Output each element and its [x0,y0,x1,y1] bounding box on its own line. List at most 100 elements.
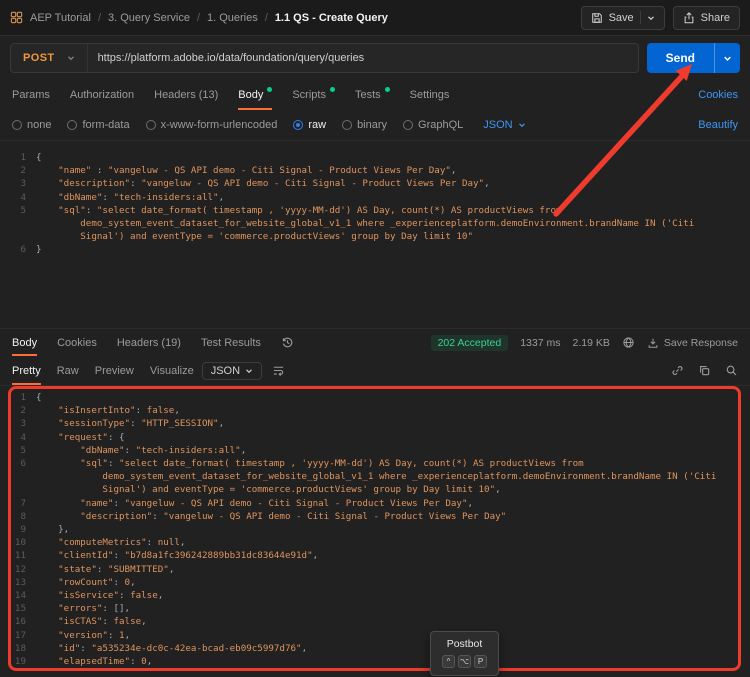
cookies-link[interactable]: Cookies [698,89,738,101]
chevron-down-icon [518,123,525,128]
body-type-none[interactable]: none [12,119,51,131]
code-line: 5 "sql": "select date_format( timestamp … [0,204,750,217]
line-number: 8 [20,510,26,522]
search-icon[interactable] [725,364,738,377]
body-type-graphql[interactable]: GraphQL [403,119,463,131]
radio-icon [293,120,304,130]
line-number: 5 [20,444,26,456]
save-response-button[interactable]: Save Response [647,337,738,349]
response-tab-test-results[interactable]: Test Results [201,329,261,356]
method-selector[interactable]: POST [11,44,88,72]
body-language-selector[interactable]: JSON [483,119,525,131]
save-button[interactable]: Save [580,5,665,30]
request-tabs: Params Authorization Headers (13) Body Script… [12,80,449,110]
download-icon [647,337,659,349]
tab-label: Tests [354,89,381,101]
line-number: 12 [14,563,26,575]
send-button[interactable]: Send [646,43,714,73]
body-type-options: none form-data x-www-form-urlencoded raw bin… [12,119,463,131]
line-number: 6 [20,458,26,470]
tab-label: Pretty [12,364,41,377]
tab-label: Body [12,336,38,349]
response-view-tab-raw[interactable]: Raw [57,356,79,385]
breadcrumb-item-3-query-service[interactable]: 3. Query Service [108,12,190,24]
request-tab-body[interactable]: Body [238,80,273,110]
wrap-text-icon[interactable] [272,364,285,377]
tab-label: Headers [154,89,196,101]
code-line: 14 "isService": false, [0,589,750,602]
share-button[interactable]: Share [672,5,740,30]
code-line: 19 "elapsedTime": 0, [0,655,750,668]
url-input[interactable]: https://platform.adobe.io/data/foundatio… [88,52,375,64]
request-tab-settings[interactable]: Settings [410,80,450,110]
body-type-x-www-form-urlencoded[interactable]: x-www-form-urlencoded [145,119,277,131]
green-dot-icon [329,87,335,92]
response-view-tab-visualize[interactable]: Visualize [150,356,194,385]
network-icon[interactable] [622,336,635,349]
tab-label: Visualize [149,364,194,377]
request-tab-tests[interactable]: Tests [355,80,390,110]
response-tab-body[interactable]: Body [12,329,38,356]
response-language-selector[interactable]: JSON [201,361,263,380]
radio-icon [67,120,78,130]
response-tab-headers[interactable]: Headers (19) [117,329,181,356]
code-line: 16 "isCTAS": false, [0,615,750,628]
code-line: 15 "errors": [], [0,602,750,615]
request-tab-params[interactable]: Params [12,80,50,110]
chevron-down-icon [67,54,75,62]
radio-icon [145,120,156,130]
breadcrumb-separator: / [264,11,268,24]
code-text: "name": "vangeluw - QS API demo - Citi S… [80,497,474,509]
shortcut-key: ^ [442,655,455,668]
code-text: "isInsertInto": false, [58,405,180,417]
code-line: 2 "isInsertInto": false, [0,404,750,417]
line-number [0,470,36,483]
response-time: 1337 ms [520,336,561,349]
save-options-chevron-icon[interactable] [647,14,655,22]
response-meta: 202 Accepted 1337 ms 2.19 KB Save Respon… [430,334,738,351]
response-body-editor[interactable]: 1{2 "isInsertInto": false, 3 "sessionType… [0,386,750,677]
code-text: "version": 1, [58,629,131,641]
history-icon[interactable] [281,336,294,349]
response-tab-cookies[interactable]: Cookies [57,329,97,356]
topbar: AEP Tutorial / 3. Query Service / 1. Queries… [0,0,750,36]
beautify-link[interactable]: Beautify [698,119,738,131]
send-options-button[interactable] [714,43,740,73]
copy-icon[interactable] [698,364,711,377]
body-type-form-data[interactable]: form-data [67,119,130,131]
breadcrumb-separator: / [196,11,200,24]
request-tab-scripts[interactable]: Scripts [292,80,335,110]
code-text: "elapsedTime": 0, [58,656,153,668]
body-type-raw[interactable]: raw [293,119,326,131]
line-number: 4 [20,431,26,443]
tab-label: Headers [116,336,159,349]
postbot-tooltip[interactable]: Postbot ^ ⌥ P [430,631,499,676]
response-view-tab-pretty[interactable]: Pretty [12,356,41,385]
code-text: "dbName": "tech-insiders:all", [58,191,225,203]
body-language-label: JSON [483,119,513,131]
response-view-tabs: Pretty Raw Preview Visualize [12,356,194,385]
request-body-editor[interactable]: 1{2 "name" : "vangeluw - QS API demo - C… [0,140,750,328]
code-line: 6} [0,243,750,256]
postbot-shortcut: ^ ⌥ P [442,655,487,668]
code-text: }, [36,524,70,536]
body-type-binary[interactable]: binary [342,119,387,131]
url-box: POST https://platform.adobe.io/data/foun… [10,43,639,73]
save-response-label: Save Response [663,336,738,349]
line-number: 5 [20,204,26,216]
link-icon[interactable] [671,364,684,377]
code-line: 11 "clientId": "b7d8a1fc396242889bb31dc8… [0,549,750,562]
code-text: demo_system_event_dataset_for_website_gl… [36,471,717,483]
divider [639,11,641,24]
line-number: 2 [20,405,26,417]
request-tabs-row: Params Authorization Headers (13) Body Script… [0,80,750,110]
line-number [0,483,36,496]
breadcrumb-item-1-queries[interactable]: 1. Queries [207,12,258,24]
line-number: 4 [20,191,26,203]
request-tab-authorization[interactable]: Authorization [70,80,134,110]
response-view-tab-preview[interactable]: Preview [95,356,134,385]
code-line: 17 "version": 1, [0,629,750,642]
request-tab-headers[interactable]: Headers (13) [154,80,218,110]
radio-label: GraphQL [418,119,464,131]
breadcrumb-item-aep-tutorial[interactable]: AEP Tutorial [30,12,91,24]
